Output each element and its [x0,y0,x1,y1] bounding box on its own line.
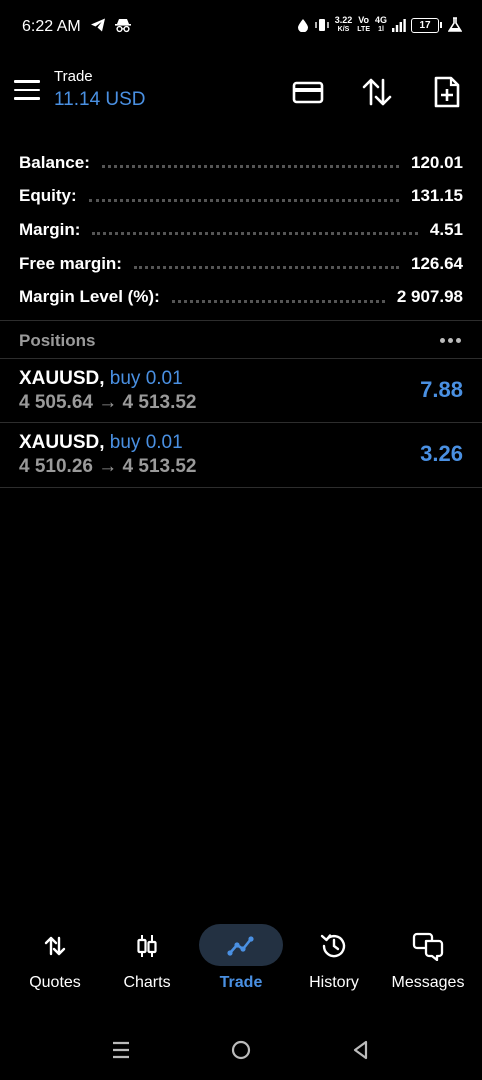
margin-value: 4.51 [429,219,463,239]
card-icon[interactable] [292,76,324,108]
volte-indicator: Vo LTE [357,16,370,34]
position-profit: 3.26 [420,441,463,466]
drop-icon [297,19,308,32]
trade-icon [221,928,261,964]
more-options-icon[interactable] [440,338,461,343]
balance-value: 120.01 [411,152,463,172]
position-profit: 7.88 [420,377,463,402]
dot-leader [101,165,399,169]
battery-level: 17 [419,19,431,31]
sort-icon[interactable] [361,76,393,108]
home-icon[interactable] [227,1036,255,1064]
volte-bottom: LTE [357,26,370,33]
back-icon[interactable] [347,1036,375,1064]
margin-label: Margin: [19,219,81,239]
speed-value: 3.22 [334,15,353,25]
dot-leader [171,299,385,303]
charts-icon [127,928,167,964]
current-price: 4 513.52 [122,456,197,477]
margin-level-value: 2 907.98 [396,287,463,307]
recent-apps-icon[interactable] [107,1036,135,1064]
position-prices: 4 510.26 → 4 513.52 [19,456,197,478]
arrow-right-icon: → [98,456,118,477]
network-indicator: 4G 1l [375,16,387,34]
equity-value: 131.15 [411,186,463,206]
messages-icon [408,928,448,964]
top-app-bar: Trade 11.14 USD [0,60,482,130]
status-left-icons [90,17,132,33]
free-margin-row: Free margin: 126.64 [0,247,482,281]
telegram-icon [91,18,105,32]
speed-unit: K/S [337,26,350,33]
nav-label: Messages [391,974,465,991]
status-time: 6:22 AM [22,18,81,35]
page-title: Trade [54,68,93,85]
add-document-icon[interactable] [431,76,463,108]
free-margin-value: 126.64 [411,253,463,273]
incognito-icon [115,19,131,33]
position-item[interactable]: XAUUSD, buy 0.01 4 505.64 → 4 513.52 7.8… [0,359,482,423]
account-profit: 11.14 USD [54,89,146,110]
nav-trade[interactable]: Trade [195,920,287,1010]
network-top: 4G [374,15,387,25]
status-right-icons: 3.22 K/S Vo LTE 4G 1l 17 [297,16,462,34]
flask-icon [448,17,462,32]
balance-row: Balance: 120.01 [0,146,482,180]
positions-title: Positions [19,331,96,350]
balance-label: Balance: [19,152,90,172]
title-block: Trade 11.14 USD [54,68,146,111]
speed-indicator: 3.22 K/S [335,16,353,34]
system-navigation-bar [0,1020,482,1080]
quotes-icon [35,928,75,964]
open-price: 4 505.64 [19,392,93,413]
arrow-right-icon: → [98,392,118,413]
nav-history[interactable]: History [288,920,380,1010]
position-title: XAUUSD, buy 0.01 [19,368,183,390]
battery-icon: 17 [411,17,442,33]
history-icon [314,928,354,964]
nav-quotes[interactable]: Quotes [9,920,101,1010]
dot-leader [92,232,418,236]
dot-leader [88,198,399,202]
bottom-navigation: Quotes Charts Trade History Messages [0,920,482,1010]
position-symbol: XAUUSD, [19,432,105,453]
margin-level-label: Margin Level (%): [19,287,160,307]
equity-row: Equity: 131.15 [0,180,482,214]
nav-label: Charts [123,974,171,991]
nav-messages[interactable]: Messages [381,920,475,1010]
nav-label: Trade [219,974,263,991]
hamburger-menu-icon[interactable] [14,80,40,102]
status-bar: 6:22 AM 3.22 K/S Vo LTE 4G 1l 17 [0,0,482,54]
vibrate-icon [315,19,329,31]
divider [0,487,482,488]
open-price: 4 510.26 [19,456,93,477]
position-prices: 4 505.64 → 4 513.52 [19,392,197,414]
account-summary: Balance: 120.01 Equity: 131.15 Margin: 4… [0,146,482,314]
volte-top: Vo [358,15,370,25]
signal-icon [392,18,406,32]
positions-header: Positions [0,322,482,358]
nav-charts[interactable]: Charts [101,920,193,1010]
equity-label: Equity: [19,186,77,206]
position-symbol: XAUUSD, [19,368,105,389]
current-price: 4 513.52 [122,392,197,413]
nav-label: Quotes [29,974,81,991]
position-side: buy 0.01 [109,368,183,389]
position-item[interactable]: XAUUSD, buy 0.01 4 510.26 → 4 513.52 3.2… [0,423,482,487]
position-title: XAUUSD, buy 0.01 [19,432,183,454]
divider [0,320,482,321]
free-margin-label: Free margin: [19,253,122,273]
dot-leader [133,266,399,270]
margin-row: Margin: 4.51 [0,213,482,247]
nav-label: History [309,974,359,991]
network-bottom: 1l [378,26,384,33]
margin-level-row: Margin Level (%): 2 907.98 [0,280,482,314]
position-side: buy 0.01 [109,432,183,453]
